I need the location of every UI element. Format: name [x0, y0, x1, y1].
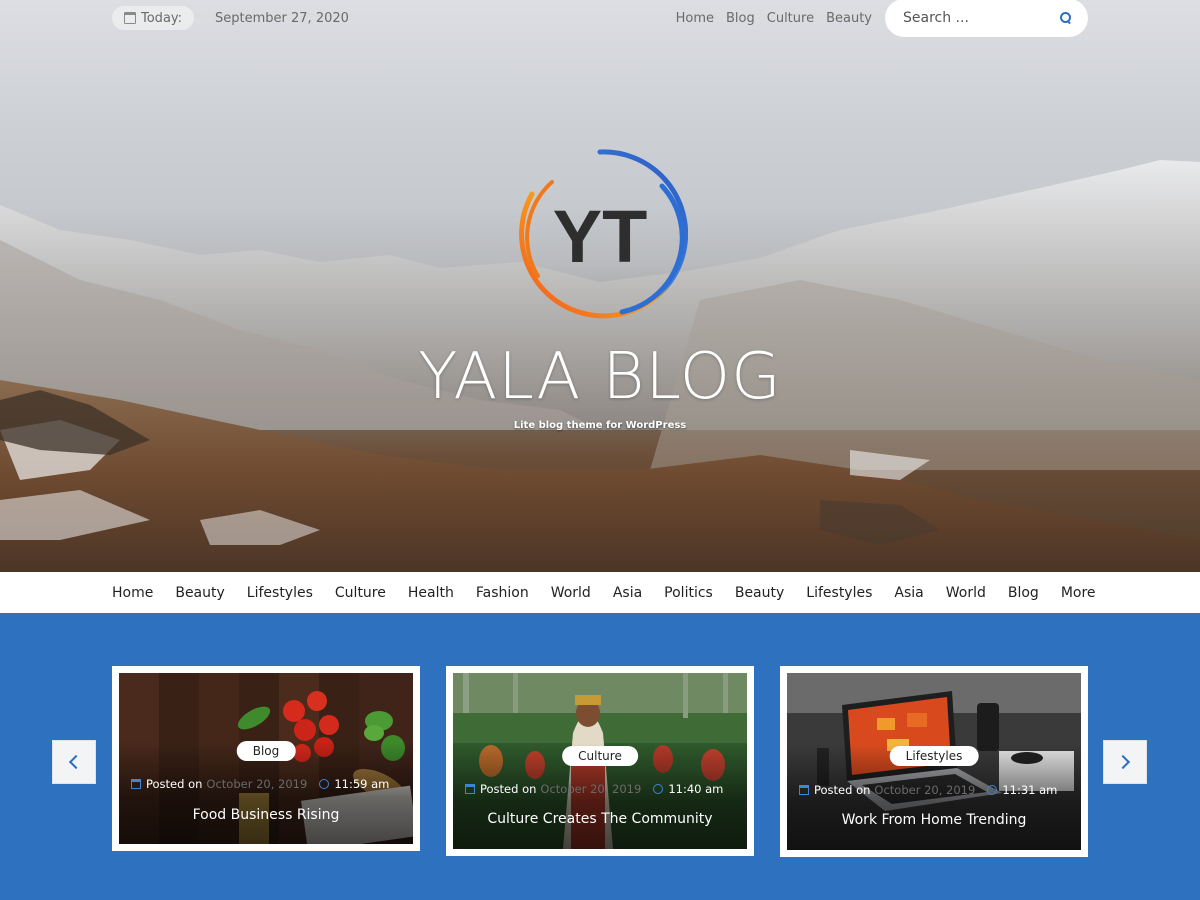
post-time: 11:59 am [334, 777, 390, 791]
top-nav-beauty[interactable]: Beauty [826, 11, 872, 26]
category-pill[interactable]: Blog [236, 741, 296, 761]
post-time: 11:40 am [668, 782, 724, 796]
slider-prev-button[interactable] [52, 740, 96, 784]
posted-on-label: Posted on [480, 782, 537, 796]
top-nav-home[interactable]: Home [676, 11, 714, 26]
slider-next-button[interactable] [1103, 740, 1147, 784]
nav-item-more[interactable]: More [1061, 585, 1096, 601]
category-pill[interactable]: Culture [562, 746, 638, 766]
nav-item-blog[interactable]: Blog [1008, 585, 1039, 601]
hero-banner: Today: September 27, 2020 Home Blog Cult… [0, 0, 1200, 572]
today-pill: Today: [112, 6, 195, 30]
post-time: 11:31 am [1002, 783, 1058, 797]
clock-icon [987, 785, 998, 795]
blog-tagline: Lite blog theme for WordPress [513, 420, 687, 431]
main-nav: Home Beauty Lifestyles Culture Health Fa… [0, 572, 1200, 613]
post-image: Blog Posted on October 20, 2019 11:59 am… [119, 673, 413, 844]
clock-icon [319, 779, 330, 789]
nav-item-asia-2[interactable]: Asia [894, 585, 923, 601]
nav-item-culture[interactable]: Culture [335, 585, 386, 601]
post-meta: Posted on October 20, 2019 11:40 am [465, 782, 747, 796]
nav-item-beauty[interactable]: Beauty [175, 585, 224, 601]
featured-slider: Blog Posted on October 20, 2019 11:59 am… [0, 613, 1200, 900]
post-image: Culture Posted on October 20, 2019 11:40… [453, 673, 747, 849]
post-image: Lifestyles Posted on October 20, 2019 11… [787, 673, 1081, 850]
site-logo[interactable]: YT [512, 146, 688, 322]
nav-item-fashion[interactable]: Fashion [476, 585, 529, 601]
post-date[interactable]: October 20, 2019 [206, 777, 307, 791]
chevron-right-icon [1115, 754, 1131, 770]
post-meta: Posted on October 20, 2019 11:31 am [799, 783, 1081, 797]
search-box [885, 0, 1088, 37]
post-title[interactable]: Work From Home Trending [787, 812, 1081, 828]
post-card[interactable]: Lifestyles Posted on October 20, 2019 11… [780, 666, 1088, 857]
nav-item-lifestyles-2[interactable]: Lifestyles [806, 585, 872, 601]
today-label: Today: [141, 10, 183, 26]
calendar-icon [131, 779, 141, 789]
nav-item-home[interactable]: Home [112, 585, 153, 601]
logo-text: YT [553, 195, 648, 278]
search-icon[interactable] [1060, 12, 1072, 24]
calendar-icon [799, 785, 809, 795]
nav-item-lifestyles[interactable]: Lifestyles [247, 585, 313, 601]
search-input[interactable] [903, 10, 1043, 26]
post-date[interactable]: October 20, 2019 [540, 782, 641, 796]
post-meta: Posted on October 20, 2019 11:59 am [131, 777, 413, 791]
blog-title[interactable]: YALA BLOG [0, 340, 1200, 414]
nav-item-world-2[interactable]: World [946, 585, 986, 601]
nav-item-world[interactable]: World [551, 585, 591, 601]
posted-on-label: Posted on [814, 783, 871, 797]
category-pill[interactable]: Lifestyles [889, 746, 979, 766]
posted-on-label: Posted on [146, 777, 203, 791]
nav-item-beauty-2[interactable]: Beauty [735, 585, 784, 601]
calendar-icon [465, 784, 475, 794]
clock-icon [653, 784, 664, 794]
top-bar: Today: September 27, 2020 Home Blog Cult… [112, 0, 1088, 38]
post-card[interactable]: Culture Posted on October 20, 2019 11:40… [446, 666, 754, 856]
top-nav-blog[interactable]: Blog [726, 11, 755, 26]
post-title[interactable]: Culture Creates The Community [453, 811, 747, 827]
post-title[interactable]: Food Business Rising [119, 807, 413, 823]
nav-item-health[interactable]: Health [408, 585, 454, 601]
nav-item-asia[interactable]: Asia [613, 585, 642, 601]
post-card[interactable]: Blog Posted on October 20, 2019 11:59 am… [112, 666, 420, 851]
top-nav-culture[interactable]: Culture [767, 11, 814, 26]
chevron-left-icon [68, 754, 84, 770]
today-date: September 27, 2020 [215, 10, 349, 26]
top-nav: Home Blog Culture Beauty [676, 11, 872, 26]
nav-item-politics[interactable]: Politics [664, 585, 713, 601]
post-date[interactable]: October 20, 2019 [874, 783, 975, 797]
calendar-icon [124, 12, 136, 24]
